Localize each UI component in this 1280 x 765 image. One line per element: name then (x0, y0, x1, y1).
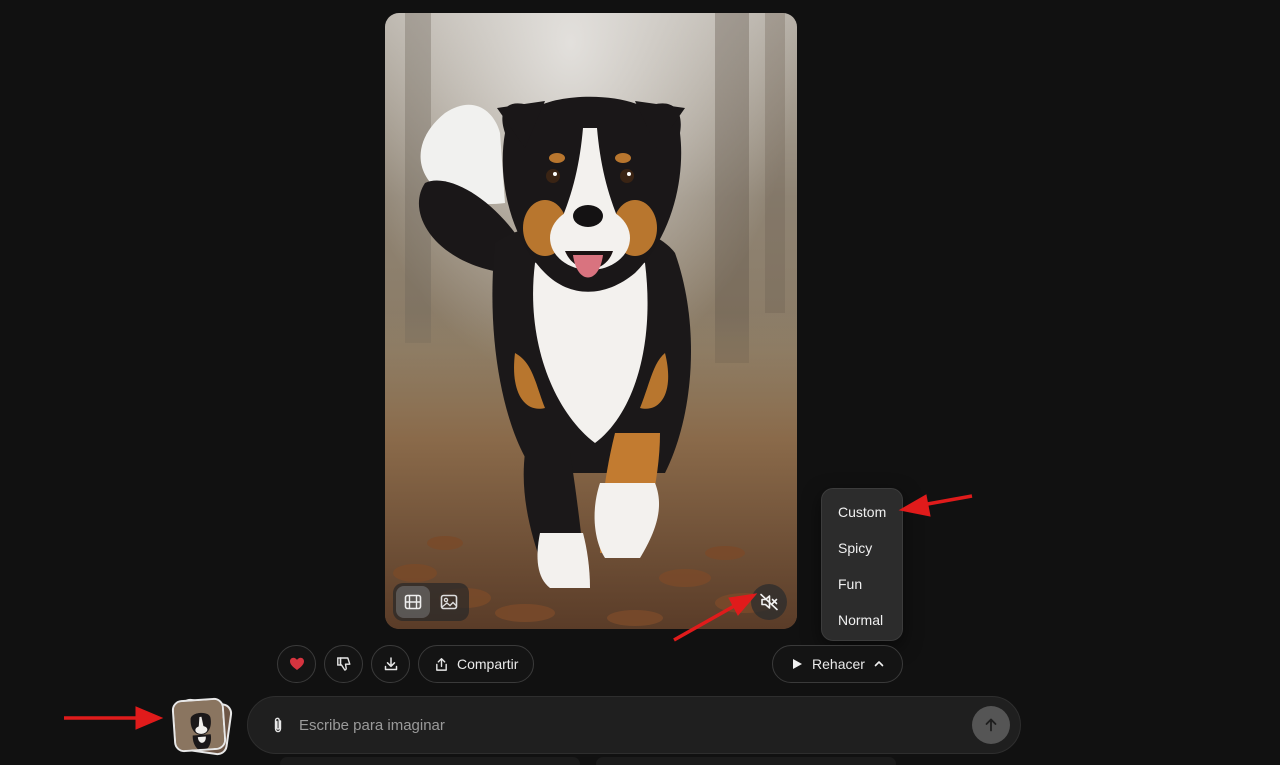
attach-button[interactable] (268, 715, 288, 735)
paperclip-icon (274, 717, 282, 733)
send-button[interactable] (972, 706, 1010, 744)
generated-media-card[interactable] (385, 13, 797, 629)
download-button[interactable] (371, 645, 410, 683)
dropdown-item-custom[interactable]: Custom (822, 494, 902, 530)
media-action-row: Compartir (277, 645, 535, 683)
dislike-button[interactable] (324, 645, 363, 683)
volume-muted-icon (760, 593, 778, 611)
reference-image-thumbnail[interactable] (170, 697, 234, 757)
prompt-composer (247, 696, 1021, 754)
image-icon (440, 594, 458, 610)
dropdown-item-normal[interactable]: Normal (822, 602, 902, 638)
media-mode-toggle (393, 583, 469, 621)
dog-image (385, 13, 797, 629)
arrow-up-icon (985, 718, 997, 732)
style-dropdown-menu: Custom Spicy Fun Normal (821, 488, 903, 641)
app-stage: Custom Spicy Fun Normal Compartir Rehace… (0, 0, 1280, 765)
heart-icon (289, 657, 304, 670)
play-icon (793, 659, 803, 669)
share-button[interactable]: Compartir (418, 645, 535, 683)
suggestion-chip[interactable] (596, 757, 896, 765)
chevron-up-icon (874, 661, 884, 667)
suggestion-chip[interactable] (280, 757, 580, 765)
film-icon (404, 594, 422, 610)
share-label: Compartir (457, 656, 519, 672)
thumbnail-front-image (171, 697, 227, 753)
annotation-arrow-custom (921, 494, 973, 507)
redo-button[interactable]: Rehacer (772, 645, 903, 683)
dropdown-item-spicy[interactable]: Spicy (822, 530, 902, 566)
dropdown-item-fun[interactable]: Fun (822, 566, 902, 602)
thumbs-down-icon (336, 657, 350, 671)
redo-label: Rehacer (812, 656, 865, 672)
share-icon (436, 657, 447, 671)
like-button[interactable] (277, 645, 316, 683)
mute-toggle-button[interactable] (751, 584, 787, 620)
video-mode-button[interactable] (396, 586, 430, 618)
prompt-input[interactable] (299, 710, 972, 740)
image-mode-button[interactable] (432, 586, 466, 618)
download-icon (384, 657, 397, 671)
dog-thumbnail-icon (173, 699, 227, 753)
